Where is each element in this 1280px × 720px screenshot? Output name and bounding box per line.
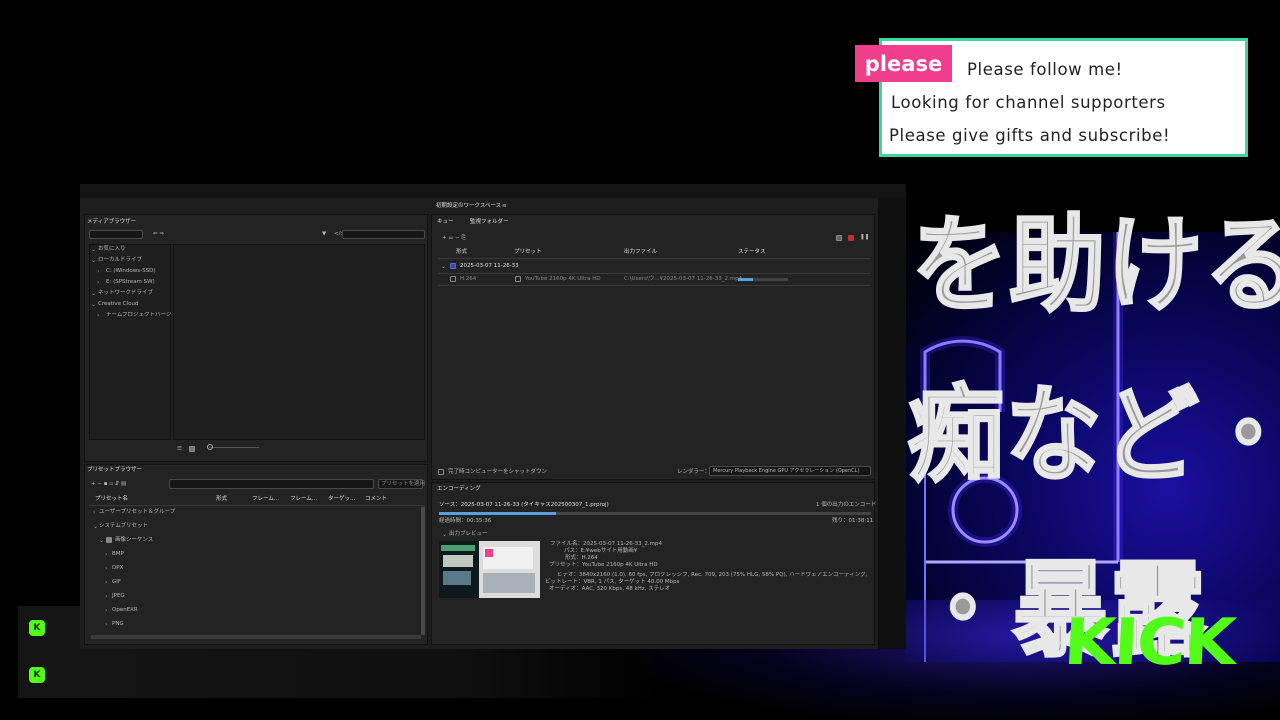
encoding-progress-track (439, 512, 871, 515)
elapsed-time: 経過時間：00:35:36 (439, 518, 492, 524)
queue-item-output[interactable]: C:\Users\ウ...¥2025-03-07 11-26-33_2.mp4 (624, 276, 742, 283)
tree-item[interactable]: ネットワークドライブ (98, 290, 153, 297)
encoding-title: エンコーディング (437, 486, 481, 492)
apply-preset-button[interactable]: プリセットを適用 (378, 479, 425, 489)
search-input[interactable] (342, 230, 425, 239)
premiere-icon (450, 263, 456, 269)
preset-browser-title: プリセットブラウザー (87, 467, 143, 473)
overlay-jp-line-2: 痴など・・・ (907, 373, 1280, 498)
renderer-dropdown[interactable]: Mercury Playback Engine GPU アクセラレーション (O… (709, 466, 871, 476)
col-header[interactable]: フレーム... (290, 496, 317, 503)
renderer-label: レンダラー： (677, 469, 711, 475)
menu-icon[interactable]: ≡ (502, 203, 507, 210)
output-preview-thumbnail (439, 541, 540, 598)
banner-line-supporters: Looking for channel supporters (891, 93, 1166, 112)
preset-row[interactable]: PNG (112, 621, 124, 628)
tree-item[interactable]: お気に入り (98, 246, 126, 253)
detail-line: パス：E:¥webサイト用動画¥ (564, 548, 638, 554)
kick-chat-icon: K (29, 620, 45, 636)
tree-item[interactable]: チームプロジェクトバージョ (106, 312, 172, 319)
file-list (173, 244, 425, 440)
location-dropdown[interactable] (89, 230, 143, 239)
pause-icon[interactable]: ❚❚ (860, 234, 869, 241)
detail-line: ビデオ：3840x2160 (1.0), 60 fps, プログレッシブ, Re… (557, 572, 869, 578)
encoding-source: ソース：2025-03-07 11-26-33 (タイキャス202500307_… (439, 502, 609, 508)
title-bar (80, 184, 906, 198)
tree-item[interactable]: C: (Windows-SSD) (106, 268, 156, 275)
queue-progress-track (738, 278, 788, 281)
col-header[interactable]: フレーム... (252, 496, 279, 503)
encoding-panel: エンコーディング ソース：2025-03-07 11-26-33 (タイキャス2… (431, 482, 877, 645)
preset-row[interactable]: JPEG (112, 593, 125, 600)
format-dropdown-icon[interactable] (450, 276, 456, 282)
queue-toolbar-icons[interactable]: + ⚌ − ⎘ (442, 235, 466, 242)
encoding-count: 1 個の出力のエンコード (816, 502, 877, 508)
output-preview-label[interactable]: 出力プレビュー (449, 531, 488, 538)
tab-queue[interactable]: キュー (437, 219, 454, 226)
detail-line: プリセット：YouTube 2160p 4K Ultra HD (549, 562, 658, 568)
banner-line-follow: Please follow me! (967, 60, 1123, 79)
stop-icon[interactable] (848, 235, 854, 241)
kick-logo: KICK (1061, 606, 1237, 680)
tab-watch-folders[interactable]: 監視フォルダー (470, 219, 509, 226)
render-mode-icon[interactable] (836, 235, 842, 241)
remaining-time: 残り：01:38:11 (832, 518, 874, 524)
folder-icon (106, 537, 112, 543)
col-header[interactable]: 出力ファイル (624, 249, 657, 256)
col-header[interactable]: 形式 (216, 496, 227, 503)
queue-item-format[interactable]: H.264 (460, 276, 476, 283)
preset-browser-panel: プリセットブラウザー + − ▪ ▫ ⇵ ▤ プリセットを適用 プリセット名 形… (84, 464, 428, 645)
shutdown-label: 完了時コンピューターをシャットダウン (448, 469, 548, 475)
shutdown-checkbox[interactable] (438, 469, 444, 475)
kick-chat-icon: K (29, 667, 45, 683)
detail-line: 形式：H.264 (565, 555, 598, 561)
preset-dropdown-icon[interactable] (515, 276, 521, 282)
media-browser-title: メディアブラウザー (87, 219, 137, 225)
col-header[interactable]: ターゲッ... (328, 496, 355, 503)
back-forward-icon[interactable]: ⇐ ⇒ (153, 231, 164, 238)
filter-icon[interactable]: ▼ (322, 231, 326, 238)
detail-line: オーディオ：AAC, 320 Kbps, 48 kHz, ステレオ (549, 586, 671, 592)
tree-item[interactable]: E: (SPStream SW) (106, 279, 155, 286)
workspace-tab[interactable]: 初期設定のワークスペース (436, 203, 501, 210)
preset-hscrollbar[interactable] (91, 635, 421, 639)
preset-row[interactable]: GIF (112, 579, 121, 586)
col-header[interactable]: 形式 (456, 249, 467, 256)
banner-line-gifts: Please give gifts and subscribe! (889, 126, 1171, 145)
preset-toolbar-icons[interactable]: + − ▪ ▫ ⇵ ▤ (91, 481, 126, 488)
preset-row[interactable]: OpenEXR (112, 607, 138, 614)
window-edge (878, 198, 906, 649)
detail-line: ビットレート：VBR, 1 パス, ターゲット 40.00 Mbps (545, 579, 680, 585)
preset-row[interactable]: BMP (112, 551, 124, 558)
col-header[interactable]: コメント (365, 496, 387, 503)
folder-tree: ⌄ お気に入り ⌄ ローカルドライブ › C: (Windows-SSD) › … (89, 244, 172, 440)
preset-row[interactable]: DPX (112, 565, 123, 572)
detail-line: ファイル名：2025-03-07 11-26-33_2.mp4 (550, 541, 663, 547)
media-encoder-window: 初期設定のワークスペース ≡ メディアブラウザー ⇐ ⇒ ▼ </> ⌄ お気に… (80, 184, 906, 649)
preset-row[interactable]: 画像シーケンス (115, 537, 153, 544)
tree-item[interactable]: Creative Cloud (98, 301, 139, 308)
preset-row[interactable]: システムプリセット (99, 523, 148, 530)
queue-panel: キュー 監視フォルダー + ⚌ − ⎘ ❚❚ 形式 プリセット 出力ファイル ス… (431, 214, 875, 480)
col-header[interactable]: プリセット (514, 249, 542, 256)
list-view-icon[interactable]: ☰ (177, 446, 182, 453)
stream-screen: { "overlay": { "banner_tag": "please", "… (0, 0, 1280, 720)
col-header[interactable]: ステータス (738, 249, 766, 256)
thumbnail-view-icon[interactable] (189, 446, 195, 452)
media-browser-panel: メディアブラウザー ⇐ ⇒ ▼ </> ⌄ お気に入り ⌄ ローカルドライブ ›… (84, 214, 428, 462)
banner-tag: please (855, 45, 952, 82)
col-header[interactable]: プリセット名 (95, 496, 128, 503)
overlay-jp-line-1: を助ける (911, 203, 1280, 328)
zoom-slider[interactable] (207, 444, 213, 450)
queue-item-preset[interactable]: YouTube 2160p 4K Ultra HD (525, 276, 601, 283)
queue-group-label[interactable]: 2025-03-07 11-26-33 (460, 263, 519, 270)
preset-row[interactable]: ユーザープリセット＆グループ (99, 509, 175, 516)
preset-scrollbar[interactable] (421, 507, 425, 635)
tree-item[interactable]: ローカルドライブ (98, 257, 142, 264)
preset-search-input[interactable] (169, 479, 374, 489)
